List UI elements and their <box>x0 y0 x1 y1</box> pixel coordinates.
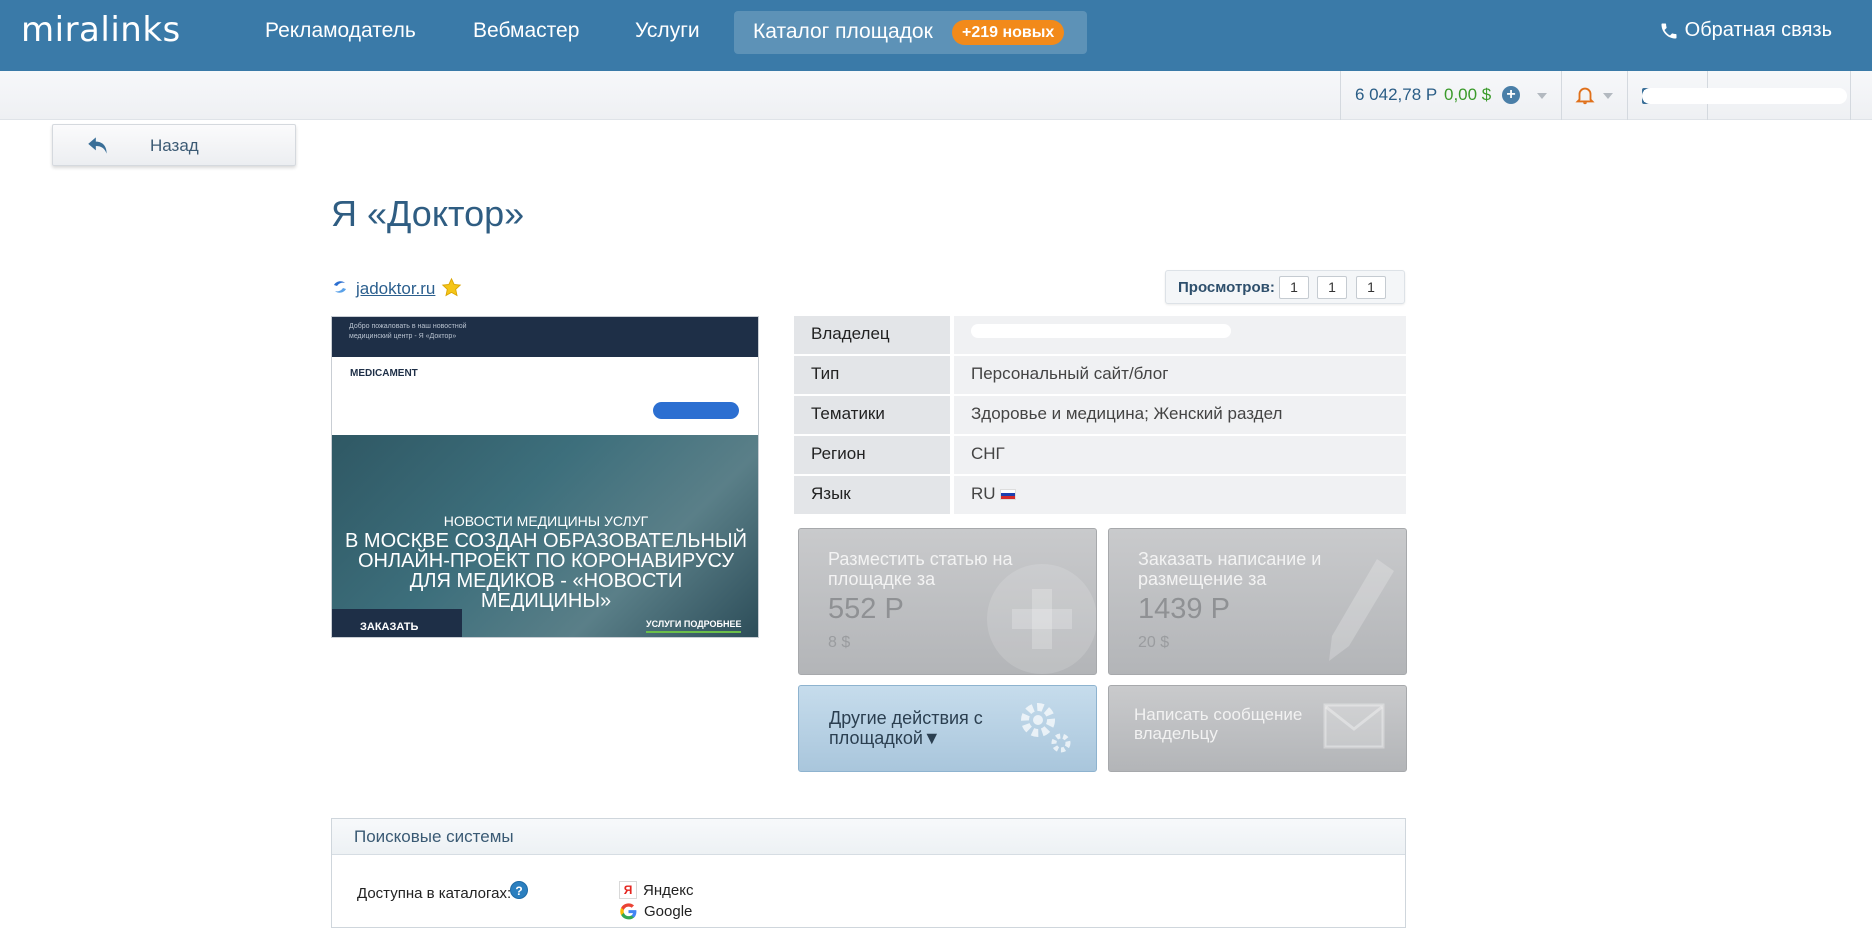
screenshot-welcome-text: Добро пожаловать в наш новостной медицин… <box>349 323 467 340</box>
order-writing-price: 1439 Р <box>1138 593 1230 625</box>
info-key: Владелец <box>794 316 950 354</box>
owner-redacted <box>971 324 1231 338</box>
russia-flag-icon <box>999 489 1016 501</box>
screenshot-hero-title: В МОСКВЕ СОЗДАН ОБРАЗОВАТЕЛЬНЫЙ ОНЛАЙН-П… <box>345 530 747 612</box>
divider <box>1627 71 1628 120</box>
help-icon[interactable]: ? <box>510 881 528 899</box>
info-value: Персональный сайт/блог <box>954 356 1406 394</box>
add-funds-icon[interactable]: + <box>1502 86 1520 104</box>
panel-header: Поисковые системы <box>332 819 1405 855</box>
info-value <box>954 316 1406 354</box>
yandex-icon: Я <box>619 881 637 899</box>
order-writing-title: Заказать написание и размещение за <box>1138 549 1322 589</box>
account-bar: 6 042,78 Р 0,00 $ + <box>0 71 1872 120</box>
logo[interactable]: miralinks <box>21 10 181 50</box>
engine-label: Google <box>644 903 693 920</box>
message-owner-title: Написать сообщение владельцу <box>1134 705 1303 743</box>
place-article-price: 552 Р <box>828 593 904 625</box>
message-owner-button[interactable]: Написать сообщение владельцу <box>1108 685 1407 772</box>
info-value: СНГ <box>954 436 1406 474</box>
views-value: 1 <box>1356 276 1386 299</box>
star-icon[interactable] <box>441 277 462 298</box>
order-writing-usd: 20 $ <box>1138 634 1170 651</box>
back-button[interactable]: Назад <box>52 124 296 166</box>
divider <box>1340 71 1341 120</box>
page-title: Я «Доктор» <box>331 193 525 234</box>
divider <box>1850 71 1851 120</box>
engine-yandex: Я Яндекс <box>619 881 693 899</box>
screenshot-nav: MEDICAMENT <box>332 357 758 435</box>
place-article-button[interactable]: Разместить статью на площадке за 552 Р 8… <box>798 528 1097 675</box>
site-link[interactable]: jadoktor.ru <box>356 279 435 299</box>
views-label: Просмотров: <box>1178 279 1275 296</box>
new-sites-badge: +219 новых <box>952 20 1065 45</box>
info-key: Тематики <box>794 396 950 434</box>
chevron-down-icon[interactable] <box>1537 93 1547 99</box>
info-key: Тип <box>794 356 950 394</box>
info-row-topics: Тематики Здоровье и медицина; Женский ра… <box>794 396 1406 434</box>
screenshot-logo: MEDICAMENT <box>350 368 418 379</box>
feedback-label: Обратная связь <box>1684 19 1832 41</box>
site-favicon-icon <box>334 281 346 293</box>
info-row-type: Тип Персональный сайт/блог <box>794 356 1406 394</box>
engine-google: Google <box>619 902 692 921</box>
order-writing-button[interactable]: Заказать написание и размещение за 1439 … <box>1108 528 1407 675</box>
views-counter: Просмотров: 1 1 1 <box>1165 270 1405 304</box>
nav-webmaster[interactable]: Вебмастер <box>473 19 579 43</box>
other-actions-title: Другие действия с площадкой▼ <box>829 708 983 748</box>
info-key: Регион <box>794 436 950 474</box>
engine-label: Яндекс <box>643 881 694 899</box>
nav-advertiser[interactable]: Рекламодатель <box>265 19 416 43</box>
bell-icon[interactable] <box>1574 83 1596 107</box>
info-row-region: Регион СНГ <box>794 436 1406 474</box>
place-article-usd: 8 $ <box>828 634 851 651</box>
balance-usd[interactable]: 0,00 $ <box>1444 85 1491 105</box>
chevron-down-icon[interactable] <box>1603 93 1613 99</box>
other-actions-button[interactable]: Другие действия с площадкой▼ <box>798 685 1097 772</box>
info-row-language: Язык RU <box>794 476 1406 514</box>
language-code: RU <box>971 484 996 503</box>
info-key: Язык <box>794 476 950 514</box>
phone-icon <box>1661 23 1677 38</box>
site-screenshot[interactable]: Добро пожаловать в наш новостной медицин… <box>331 316 759 638</box>
back-label: Назад <box>150 136 199 155</box>
panel-title: Поисковые системы <box>354 827 514 846</box>
balance-rub[interactable]: 6 042,78 Р <box>1355 85 1437 105</box>
back-arrow-icon <box>88 137 107 154</box>
views-value: 1 <box>1279 276 1309 299</box>
info-row-owner: Владелец <box>794 316 1406 354</box>
top-navbar: miralinks Рекламодатель Вебмастер Услуги… <box>0 0 1872 71</box>
nav-services[interactable]: Услуги <box>635 19 700 43</box>
place-article-title: Разместить статью на площадке за <box>828 549 1013 589</box>
views-value: 1 <box>1317 276 1347 299</box>
user-menu[interactable] <box>1642 88 1847 104</box>
google-icon <box>620 903 637 920</box>
feedback-link[interactable]: Обратная связь <box>1659 19 1832 42</box>
screenshot-topbar: Добро пожаловать в наш новостной медицин… <box>332 317 758 357</box>
nav-catalog[interactable]: Каталог площадок +219 новых <box>734 11 1087 54</box>
screenshot-more: УСЛУГИ ПОДРОБНЕЕ <box>646 619 742 633</box>
screenshot-hero-subtitle: НОВОСТИ МЕДИЦИНЫ УСЛУГ <box>443 513 649 529</box>
available-in-catalogs-label: Доступна в каталогах: <box>357 885 512 902</box>
info-value: Здоровье и медицина; Женский раздел <box>954 396 1406 434</box>
screenshot-hero: НОВОСТИ МЕДИЦИНЫ УСЛУГ В МОСКВЕ СОЗДАН О… <box>332 435 758 637</box>
info-value: RU <box>954 476 1406 514</box>
search-systems-panel: Поисковые системы Доступна в каталогах: … <box>331 818 1406 928</box>
screenshot-callback-button <box>653 402 739 419</box>
screenshot-order: ЗАКАЗАТЬ <box>332 609 462 637</box>
divider <box>1561 71 1562 120</box>
nav-catalog-label: Каталог площадок <box>753 20 933 43</box>
